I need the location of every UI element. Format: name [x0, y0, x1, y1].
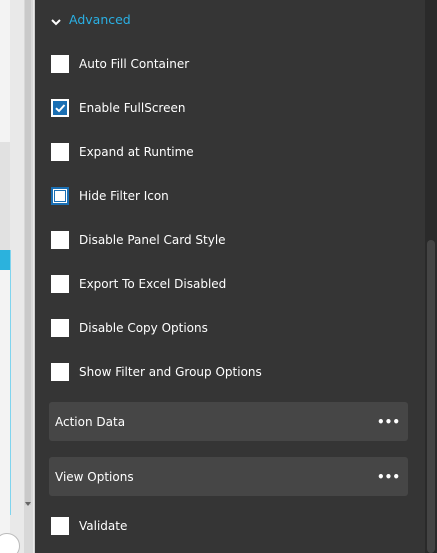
panel-scrollbar-thumb[interactable]: [427, 240, 435, 553]
option-auto-fill-container[interactable]: Auto Fill Container: [51, 54, 189, 74]
validate-checkbox[interactable]: [51, 517, 69, 535]
background-selected-marker: [0, 250, 10, 270]
more-horizontal-icon[interactable]: •••: [377, 416, 400, 428]
option-validate[interactable]: Validate: [51, 516, 127, 536]
option-label: Disable Copy Options: [79, 321, 208, 335]
option-disable-copy-options[interactable]: Disable Copy Options: [51, 318, 208, 338]
option-disable-panel-card-style[interactable]: Disable Panel Card Style: [51, 230, 226, 250]
action-data-label: Action Data: [55, 414, 126, 429]
check-icon: [55, 104, 66, 113]
background-scroll-down-arrow[interactable]: [25, 502, 31, 506]
option-label: Export To Excel Disabled: [79, 277, 227, 291]
option-show-filter-and-group-options[interactable]: Show Filter and Group Options: [51, 362, 262, 382]
view-options-card[interactable]: View Options •••: [49, 457, 408, 496]
disable-copy-options-checkbox[interactable]: [51, 319, 69, 337]
advanced-section-title: Advanced: [69, 11, 131, 27]
background-column: [0, 0, 10, 553]
view-options-label: View Options: [55, 469, 134, 484]
background-selection-outline: [10, 250, 11, 515]
background-round-button[interactable]: [0, 533, 20, 553]
background-app-strip: [0, 0, 35, 553]
advanced-section-header[interactable]: Advanced: [50, 10, 131, 28]
background-scrollbar-thumb[interactable]: [25, 0, 31, 505]
chevron-down-icon: [50, 13, 62, 26]
option-label: Hide Filter Icon: [79, 189, 169, 203]
background-column-shade: [0, 142, 10, 255]
expand-at-runtime-checkbox[interactable]: [51, 143, 69, 161]
option-enable-fullscreen[interactable]: Enable FullScreen: [51, 98, 185, 118]
option-label: Auto Fill Container: [79, 57, 190, 71]
option-export-to-excel-disabled[interactable]: Export To Excel Disabled: [51, 274, 226, 294]
more-horizontal-icon[interactable]: •••: [377, 471, 400, 483]
option-expand-at-runtime[interactable]: Expand at Runtime: [51, 142, 194, 162]
option-label: Enable FullScreen: [79, 101, 186, 115]
option-label: Disable Panel Card Style: [79, 233, 226, 247]
option-label: Validate: [79, 519, 128, 533]
export-to-excel-disabled-checkbox[interactable]: [51, 275, 69, 293]
enable-fullscreen-checkbox[interactable]: [51, 99, 69, 117]
action-data-card[interactable]: Action Data •••: [49, 402, 408, 441]
auto-fill-container-checkbox[interactable]: [51, 55, 69, 73]
hide-filter-icon-checkbox[interactable]: [51, 187, 69, 205]
option-hide-filter-icon[interactable]: Hide Filter Icon: [51, 186, 169, 206]
option-label: Expand at Runtime: [79, 145, 194, 159]
disable-panel-card-style-checkbox[interactable]: [51, 231, 69, 249]
option-label: Show Filter and Group Options: [79, 365, 262, 379]
show-filter-and-group-options-checkbox[interactable]: [51, 363, 69, 381]
